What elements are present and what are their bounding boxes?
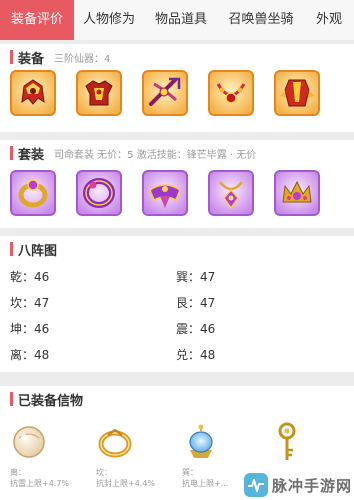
bagua-section: 八阵图 乾：46 巽：47 坎：47 艮：47 坤：46 震：46 离：48 兑… <box>0 236 354 372</box>
xinwu-label-line1: 坎： <box>96 468 112 477</box>
set-title: 套装 <box>18 148 45 163</box>
equipment-subtitle: 三阶仙器：4 <box>54 54 111 65</box>
red-robe-icon[interactable] <box>274 70 320 116</box>
tab-appearance[interactable]: 外观 <box>304 0 354 40</box>
watermark-logo-icon <box>243 473 268 497</box>
bagua-header: 八阵图 <box>0 236 354 262</box>
purple-ring-icon[interactable] <box>10 170 56 216</box>
tab-character-cultivation[interactable]: 人物修为 <box>74 0 144 40</box>
crossbow-weapon-icon[interactable] <box>142 70 188 116</box>
purple-crown-icon[interactable] <box>274 170 320 216</box>
gold-ring-icon[interactable] <box>96 420 134 464</box>
bagua-value-xun: 巽：47 <box>176 270 216 284</box>
xinwu-label-line1: 离： <box>10 468 26 477</box>
tab-summons-mounts[interactable]: 召唤兽坐骑 <box>218 0 304 40</box>
golden-armor-icon[interactable] <box>76 70 122 116</box>
xinwu-header: 已装备信物 <box>0 386 354 412</box>
set-header: 套装 司命套装 无价：5 激活技能：锋芒毕露 · 无价 <box>0 140 354 166</box>
set-section: 套装 司命套装 无价：5 激活技能：锋芒毕露 · 无价 <box>0 140 354 228</box>
xinwu-title: 已装备信物 <box>18 394 84 409</box>
section-marker <box>10 392 13 406</box>
golden-key-icon[interactable] <box>268 420 306 464</box>
xinwu-label-line2: 抗雷上限+4.7% <box>10 479 70 488</box>
xinwu-label-line1: 巽： <box>182 468 198 477</box>
section-marker <box>10 146 13 160</box>
golden-helmet-icon[interactable] <box>10 70 56 116</box>
section-marker <box>10 50 13 64</box>
bagua-value-li: 离：48 <box>10 348 50 362</box>
xinwu-label-line2: 抗电上限+... <box>182 479 229 488</box>
watermark-text: 脉冲手游网 <box>271 476 352 495</box>
equipment-title: 装备 <box>18 52 45 67</box>
golden-necklace-icon[interactable] <box>208 70 254 116</box>
bagua-value-kun: 坤：46 <box>10 322 50 336</box>
tab-equipment-rating[interactable]: 装备评价 <box>0 0 74 40</box>
bagua-value-gen: 艮：47 <box>176 296 216 310</box>
set-subtitle: 司命套装 无价：5 激活技能：锋芒毕露 · 无价 <box>54 150 257 161</box>
tab-items-props[interactable]: 物品道具 <box>144 0 218 40</box>
purple-bracelet-icon[interactable] <box>76 170 122 216</box>
pearl-orb-icon[interactable] <box>10 420 48 464</box>
bagua-value-qian: 乾：46 <box>10 270 50 284</box>
purple-pendant-icon[interactable] <box>208 170 254 216</box>
bagua-value-kan: 坎：47 <box>10 296 50 310</box>
bagua-value-dui: 兑：48 <box>176 348 216 362</box>
equipment-section: 装备 三阶仙器：4 <box>0 44 354 132</box>
bagua-value-zhen: 震：46 <box>176 322 216 336</box>
section-marker <box>10 242 13 256</box>
purple-belt-icon[interactable] <box>142 170 188 216</box>
watermark: 脉冲手游网 <box>243 472 352 498</box>
category-tabs: 装备评价 人物修为 物品道具 召唤兽坐骑 外观 <box>0 0 354 40</box>
bagua-title: 八阵图 <box>18 244 58 259</box>
crystal-lamp-icon[interactable] <box>182 420 220 464</box>
equipment-header: 装备 三阶仙器：4 <box>0 44 354 70</box>
xinwu-label-line2: 抗封上限+4.4% <box>96 479 156 488</box>
